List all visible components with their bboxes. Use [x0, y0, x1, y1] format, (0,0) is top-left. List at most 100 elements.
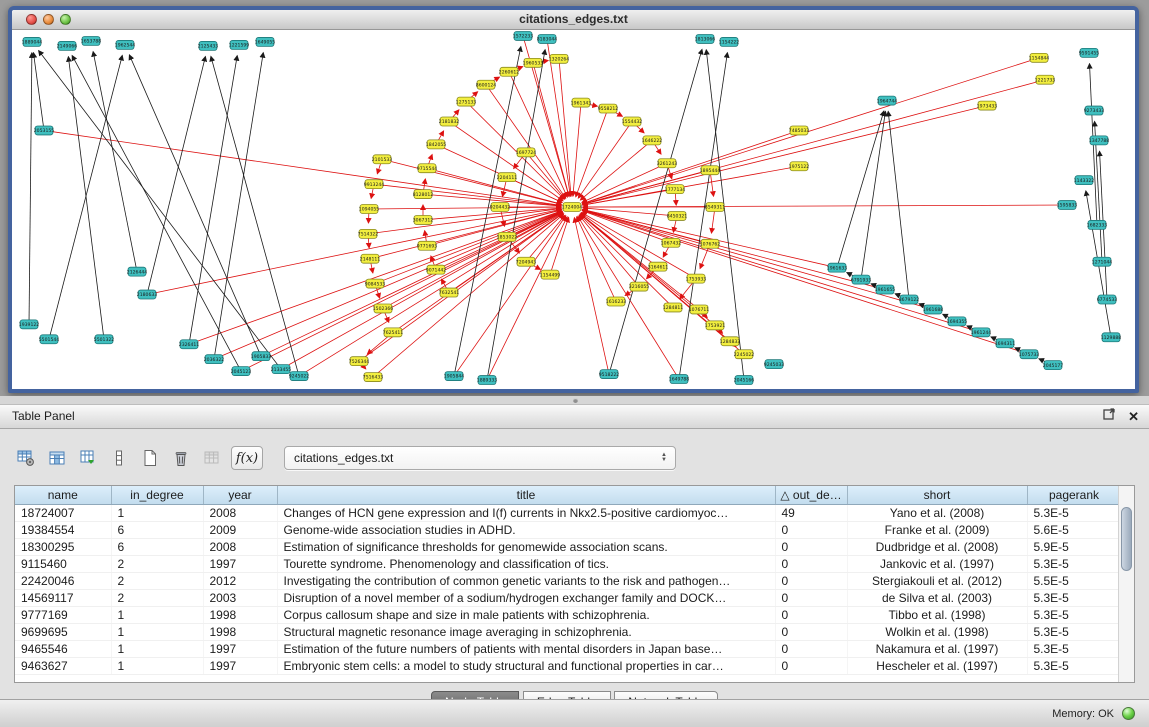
- graph-node[interactable]: 9715544: [417, 164, 438, 173]
- graph-node[interactable]: 2181832: [439, 117, 460, 126]
- graph-node[interactable]: 1271044: [1092, 257, 1113, 266]
- graph-node[interactable]: 8549311: [705, 203, 726, 212]
- graph-node[interactable]: 1694311: [995, 339, 1016, 348]
- close-panel-icon[interactable]: ✕: [1128, 410, 1139, 423]
- graph-node[interactable]: 7514322: [358, 229, 379, 238]
- show-columns-icon[interactable]: [45, 446, 69, 470]
- graph-node[interactable]: 2326411: [179, 340, 200, 349]
- graph-node[interactable]: 9558212: [598, 104, 619, 113]
- network-window-titlebar[interactable]: citations_edges.txt: [12, 10, 1135, 30]
- column-header-pagerank[interactable]: pagerank: [1027, 486, 1121, 505]
- graph-node[interactable]: 7625411: [383, 328, 404, 337]
- graph-node[interactable]: 2204111: [497, 173, 518, 182]
- graph-node[interactable]: 9273433: [1084, 106, 1105, 115]
- graph-node[interactable]: 2133455: [271, 365, 292, 374]
- graph-node[interactable]: 2148111: [360, 254, 381, 263]
- graph-node[interactable]: 2245022: [734, 350, 755, 359]
- row-editor-icon[interactable]: [107, 446, 131, 470]
- table-row[interactable]: 1830029562008Estimation of significance …: [15, 539, 1121, 556]
- graph-node[interactable]: 1572233: [513, 31, 534, 40]
- column-header-name[interactable]: name: [15, 486, 111, 505]
- graph-node[interactable]: 1129888: [1101, 333, 1122, 342]
- graph-node[interactable]: 1154844: [1029, 53, 1050, 62]
- graph-node[interactable]: 1682333: [1087, 220, 1108, 229]
- graph-node[interactable]: 1905844: [444, 372, 465, 381]
- table-row[interactable]: 1456911722003Disruption of a novel membe…: [15, 590, 1121, 607]
- column-header-in_degree[interactable]: in_degree: [111, 486, 203, 505]
- graph-node[interactable]: 9913244: [364, 180, 385, 189]
- graph-node[interactable]: 1961655: [875, 285, 896, 294]
- graph-node[interactable]: 1649055: [255, 37, 276, 46]
- graph-node[interactable]: 1154499: [540, 270, 561, 279]
- graph-node[interactable]: 1960533: [523, 58, 544, 67]
- graph-node[interactable]: 9771693: [417, 241, 438, 250]
- graph-node[interactable]: 5501544: [39, 335, 60, 344]
- graph-node[interactable]: 1961244: [971, 328, 992, 337]
- graph-node[interactable]: 1964744: [877, 96, 898, 105]
- table-mode-icon[interactable]: [14, 446, 38, 470]
- graph-node[interactable]: 1895444: [700, 166, 721, 175]
- table-row[interactable]: 1872400712008Changes of HCN gene express…: [15, 505, 1121, 522]
- graph-node[interactable]: 3067312: [413, 215, 434, 224]
- scrollbar-thumb[interactable]: [1121, 507, 1132, 571]
- graph-node[interactable]: 1094055: [359, 205, 380, 214]
- graph-node[interactable]: 2101533: [372, 155, 393, 164]
- table-row[interactable]: 977716911998Corpus callosum shape and si…: [15, 607, 1121, 624]
- table-row[interactable]: 1938455462009Genome-wide association stu…: [15, 522, 1121, 539]
- graph-node[interactable]: 7204943: [516, 257, 537, 266]
- graph-node[interactable]: 1646222: [642, 136, 663, 145]
- graph-node[interactable]: 9204432: [490, 203, 511, 212]
- column-header-short[interactable]: short: [847, 486, 1027, 505]
- graph-node[interactable]: 3261243: [657, 159, 678, 168]
- graph-node[interactable]: 1961633: [827, 263, 848, 272]
- graph-node[interactable]: 1962544: [115, 40, 136, 49]
- graph-node[interactable]: 1653788: [81, 36, 102, 45]
- tab-node-table[interactable]: Node Table: [431, 691, 520, 699]
- graph-node[interactable]: 1975122: [789, 162, 810, 171]
- graph-node[interactable]: 8450321: [667, 211, 688, 220]
- network-view-window[interactable]: citations_edges.txt 17240047632541907144…: [8, 6, 1139, 393]
- graph-node[interactable]: 1842055: [426, 140, 447, 149]
- graph-node[interactable]: 1284833: [720, 337, 741, 346]
- table-row[interactable]: 969969511998Structural magnetic resonanc…: [15, 624, 1121, 641]
- graph-node[interactable]: 1905833: [251, 352, 272, 361]
- graph-node[interactable]: 1554432: [622, 117, 643, 126]
- graph-node[interactable]: 8183044: [537, 34, 558, 43]
- table-selector-dropdown[interactable]: citations_edges.txt ▲▼: [284, 446, 676, 470]
- graph-node[interactable]: 1724004: [562, 203, 583, 212]
- graph-node[interactable]: 1595833: [1057, 201, 1078, 210]
- graph-node[interactable]: 1694355: [947, 317, 968, 326]
- graph-node[interactable]: 1221599: [229, 40, 250, 49]
- import-table-icon[interactable]: [200, 446, 224, 470]
- column-header-year[interactable]: year: [203, 486, 277, 505]
- column-header-out_de[interactable]: △ out_de…: [775, 486, 847, 505]
- graph-node[interactable]: 6791933: [851, 275, 872, 284]
- network-canvas[interactable]: 1724004763254190714429771693306731281280…: [12, 30, 1135, 389]
- graph-node[interactable]: 3216055: [629, 282, 650, 291]
- graph-node[interactable]: 1143322: [1074, 176, 1095, 185]
- graph-node[interactable]: 2045177: [1043, 361, 1064, 370]
- graph-node[interactable]: 1973433: [977, 101, 998, 110]
- graph-node[interactable]: 1075733: [1019, 350, 1040, 359]
- add-column-icon[interactable]: [76, 446, 100, 470]
- graph-node[interactable]: 2149066: [57, 41, 78, 50]
- graph-node[interactable]: 7632541: [439, 288, 460, 297]
- graph-node[interactable]: 2045166: [734, 376, 755, 385]
- graph-node[interactable]: 1154222: [719, 37, 740, 46]
- graph-node[interactable]: 9518222: [599, 370, 620, 379]
- graph-node[interactable]: 1753921: [705, 321, 726, 330]
- graph-node[interactable]: 2126444: [127, 267, 148, 276]
- graph-node[interactable]: 8128012: [413, 190, 434, 199]
- vertical-scrollbar[interactable]: [1118, 486, 1134, 682]
- graph-node[interactable]: 1649788: [669, 375, 690, 384]
- graph-node[interactable]: 5501322: [94, 335, 115, 344]
- table-row[interactable]: 2242004622012Investigating the contribut…: [15, 573, 1121, 590]
- graph-node[interactable]: 1853022: [497, 232, 518, 241]
- graph-node[interactable]: 1076711: [689, 305, 710, 314]
- graph-node[interactable]: 9591455: [1079, 48, 1100, 57]
- graph-node[interactable]: 3164611: [648, 262, 669, 271]
- new-file-icon[interactable]: [138, 446, 162, 470]
- graph-node[interactable]: 1347788: [1089, 136, 1110, 145]
- graph-node[interactable]: 2125433: [198, 41, 219, 50]
- graph-node[interactable]: 1284811: [663, 303, 684, 312]
